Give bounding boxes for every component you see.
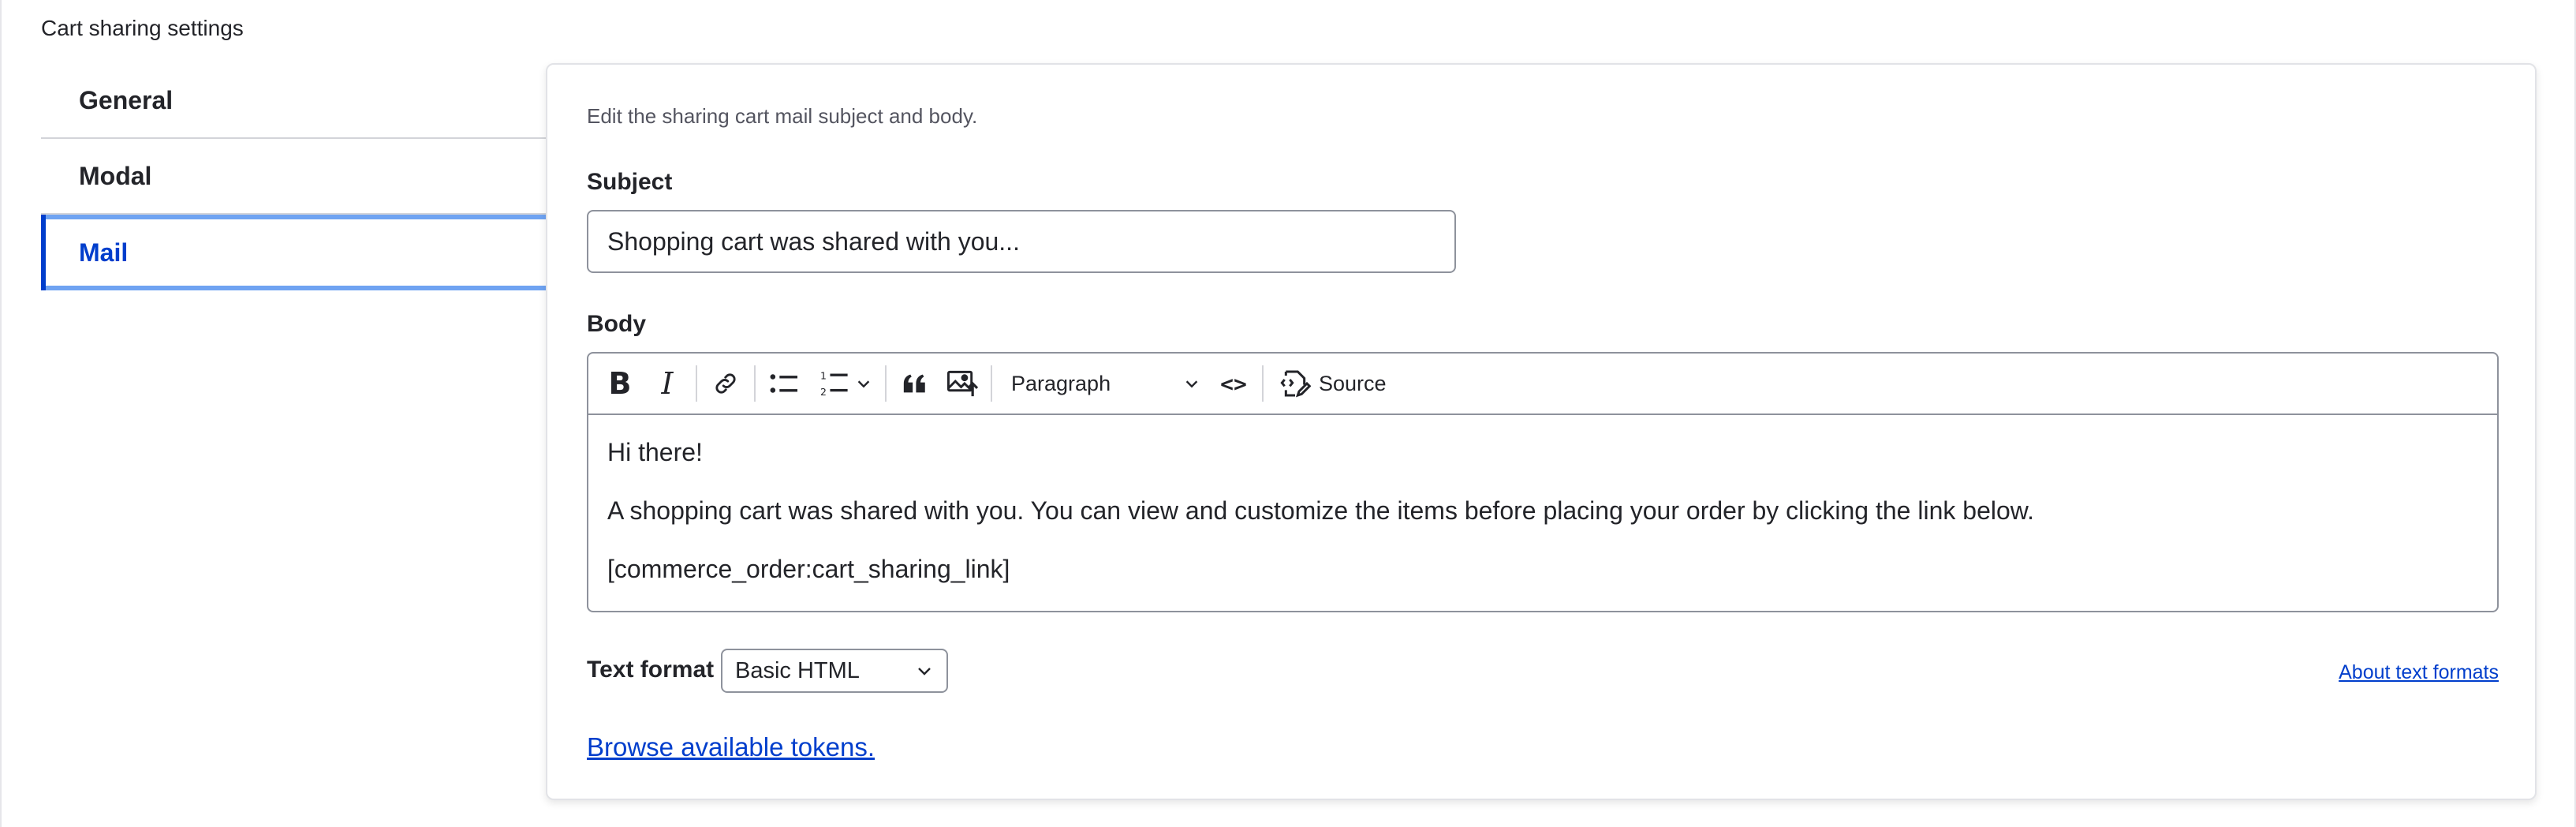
body-editor: B I 1 2 Paragraph <> Source Hi there! A …: [587, 352, 2499, 612]
paragraph-format-dropdown[interactable]: Paragraph: [997, 360, 1210, 407]
chevron-down-icon: [1185, 380, 1198, 388]
toolbar-separator: [754, 365, 756, 402]
blockquote-icon[interactable]: [891, 360, 939, 407]
paragraph-format-label: Paragraph: [1011, 371, 1111, 395]
tab-modal[interactable]: Modal: [41, 139, 547, 215]
text-format-row: Text format Basic HTML About text format…: [587, 649, 2499, 693]
svg-text:2: 2: [820, 386, 827, 398]
body-paragraph: [commerce_order:cart_sharing_link]: [607, 555, 1010, 583]
source-icon: [1280, 370, 1311, 398]
body-label: Body: [587, 311, 646, 337]
subject-input[interactable]: Shopping cart was shared with you...: [587, 210, 1456, 273]
chevron-down-icon: [857, 380, 870, 388]
chevron-down-icon: [918, 668, 931, 675]
bold-icon[interactable]: B: [596, 360, 644, 407]
text-format-value: Basic HTML: [735, 657, 860, 683]
editor-toolbar: B I 1 2 Paragraph <> Source: [588, 354, 2497, 415]
toolbar-separator: [991, 365, 992, 402]
numbered-list-icon[interactable]: 1 2: [808, 360, 880, 407]
toolbar-separator: [1262, 365, 1264, 402]
subject-label: Subject: [587, 169, 673, 195]
vertical-tabs: General Modal Mail: [41, 63, 547, 290]
toolbar-separator: [885, 365, 887, 402]
section-title: Cart sharing settings: [41, 16, 244, 40]
body-paragraph: A shopping cart was shared with you. You…: [607, 496, 2034, 525]
svg-text:1: 1: [820, 369, 827, 381]
text-format-label: Text format: [587, 657, 715, 683]
mail-settings-panel: Edit the sharing cart mail subject and b…: [546, 63, 2537, 800]
bulleted-list-icon[interactable]: [760, 360, 808, 407]
frame-left-border: [0, 0, 2, 827]
about-text-formats-link[interactable]: About text formats: [2339, 661, 2499, 684]
text-format-select[interactable]: Basic HTML: [721, 649, 948, 693]
code-icon[interactable]: <>: [1210, 360, 1257, 407]
browse-tokens-link[interactable]: Browse available tokens.: [587, 732, 875, 762]
body-paragraph: Hi there!: [607, 438, 703, 466]
link-icon[interactable]: [702, 360, 749, 407]
italic-icon[interactable]: I: [644, 360, 691, 407]
source-label: Source: [1319, 371, 1387, 395]
panel-description: Edit the sharing cart mail subject and b…: [587, 104, 978, 128]
editor-content[interactable]: Hi there! A shopping cart was shared wit…: [588, 415, 2497, 606]
source-button[interactable]: Source: [1268, 360, 1398, 407]
tab-mail[interactable]: Mail: [41, 215, 547, 290]
tab-general[interactable]: General: [41, 63, 547, 139]
image-upload-icon[interactable]: [939, 360, 986, 407]
toolbar-separator: [696, 365, 697, 402]
